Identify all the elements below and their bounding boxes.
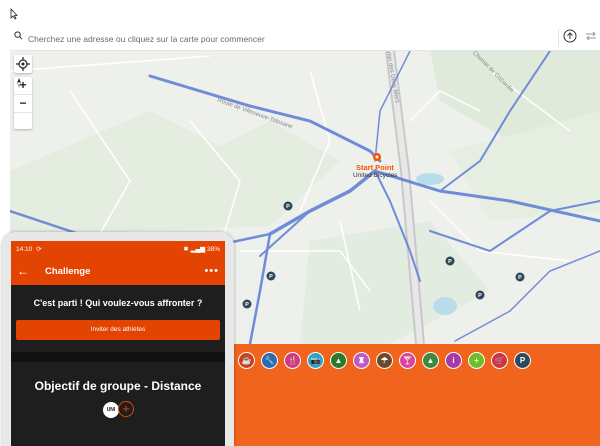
challenge-prompt: C'est parti ! Qui voulez-vous affronter … (33, 298, 203, 308)
top-bar (0, 0, 600, 24)
mouse-cursor-icon (10, 8, 18, 20)
bluetooth-icon: ✱ (183, 246, 189, 253)
start-point-sublabel: United Bicycles (353, 172, 398, 179)
svg-text:P: P (478, 293, 482, 299)
monument-icon[interactable]: ♜ (353, 352, 370, 369)
goal-title: Objectif de groupe - Distance (34, 379, 202, 393)
search-input[interactable] (26, 29, 550, 49)
coffee-icon[interactable]: ☕ (238, 352, 255, 369)
more-menu-icon[interactable]: ••• (204, 265, 219, 277)
poi-panel: ☕ 🔧 🍴 📷 ▲ ♜ ☂ 🍸 ▲ i + 🛒 P (232, 344, 600, 446)
challenge-card: C'est parti ! Qui voulez-vous affronter … (11, 298, 225, 419)
section-divider (11, 352, 225, 362)
sync-icon: ⟳ (36, 246, 42, 253)
upload-icon (563, 29, 577, 43)
back-arrow-icon[interactable]: ← (17, 264, 29, 278)
screen-title: Challenge (45, 265, 91, 277)
svg-text:P: P (448, 259, 452, 265)
status-time: 14:10 (16, 245, 33, 253)
crosshair-icon (16, 57, 30, 71)
search-icon (14, 31, 23, 40)
umbrella-icon[interactable]: ☂ (376, 352, 393, 369)
bar-icon[interactable]: 🍸 (399, 352, 416, 369)
mountain-icon[interactable]: ▲ (422, 352, 439, 369)
zoom-out-button[interactable]: − (14, 95, 32, 113)
phone-status-bar: 14:10 ⟳ ✱ ▂▄▆ 38% (11, 241, 225, 257)
camera-icon[interactable]: 📷 (307, 352, 324, 369)
svg-text:P: P (245, 302, 249, 308)
upload-button[interactable] (558, 29, 581, 47)
add-participant-button[interactable]: + (118, 401, 134, 417)
search-bar (10, 25, 600, 51)
wrench-icon[interactable]: 🔧 (261, 352, 278, 369)
app-bar: ← Challenge ••• (11, 257, 225, 285)
svg-text:P: P (518, 275, 522, 281)
svg-text:P: P (286, 204, 290, 210)
signal-icon: ▂▄▆ (190, 246, 206, 253)
compass-icon (17, 78, 21, 88)
cart-icon[interactable]: 🛒 (491, 352, 508, 369)
food-icon[interactable]: 🍴 (284, 352, 301, 369)
status-right: ✱ ▂▄▆ 38% (183, 245, 220, 253)
battery-level: 38% (206, 246, 220, 253)
swap-button[interactable] (584, 29, 600, 47)
phone-frame: 14:10 ⟳ ✱ ▂▄▆ 38% ← Challenge ••• C'est … (2, 232, 234, 446)
parking-icon[interactable]: P (514, 352, 531, 369)
compass-button[interactable] (14, 78, 32, 130)
poi-icon-row: ☕ 🔧 🍴 📷 ▲ ♜ ☂ 🍸 ▲ i + 🛒 P (238, 352, 531, 369)
start-point-label: Start Point (356, 163, 394, 172)
swap-arrows-icon (586, 31, 596, 41)
zoom-controls: + − (14, 77, 32, 129)
info-icon[interactable]: i (445, 352, 462, 369)
participants-row: UNI + (11, 401, 225, 419)
svg-text:P: P (269, 274, 273, 280)
invite-athletes-button[interactable]: Inviter des athlètes (16, 320, 220, 340)
phone-screen: 14:10 ⟳ ✱ ▂▄▆ 38% ← Challenge ••• C'est … (11, 241, 225, 446)
plus-icon[interactable]: + (468, 352, 485, 369)
locate-button[interactable] (14, 55, 32, 73)
tree-icon[interactable]: ▲ (330, 352, 347, 369)
